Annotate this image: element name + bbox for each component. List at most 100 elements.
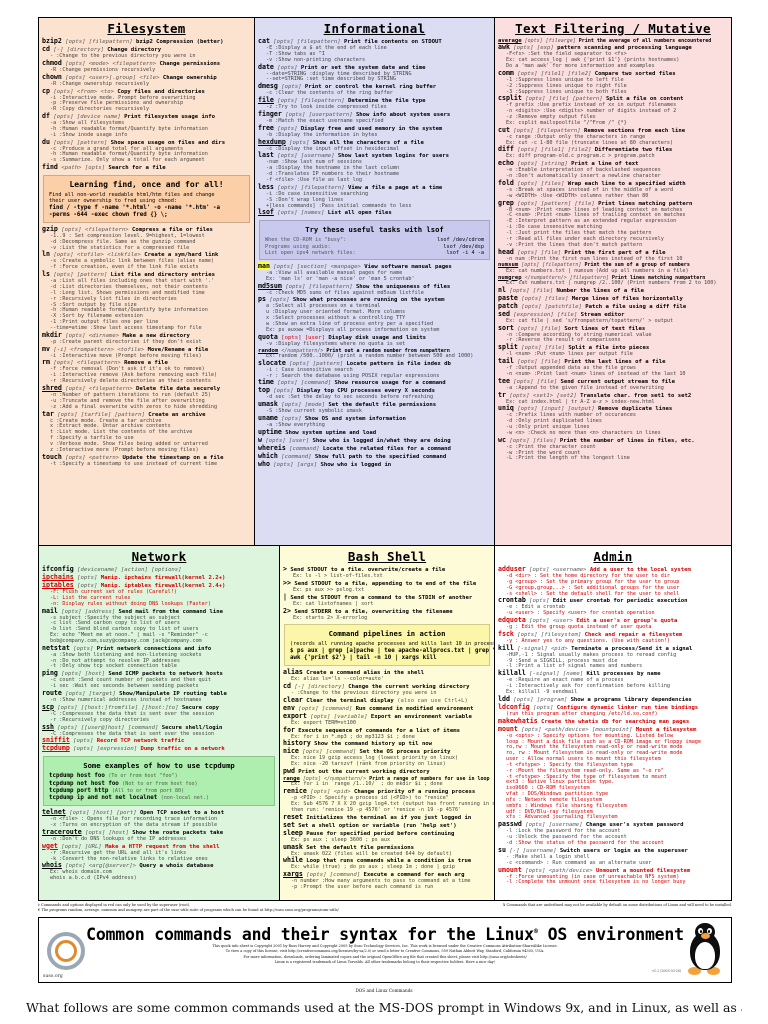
command-description: Print the average of all numbers encount…: [578, 38, 712, 44]
command-description: Send mail from the command line: [118, 608, 223, 615]
command-entry: nl [opts] [file] Number the lines of a f…: [498, 286, 728, 295]
command-description: Locate the related files for a command: [322, 445, 451, 452]
command-name: du: [42, 137, 50, 146]
command-entry: which [command] Show full path to the sp…: [258, 451, 491, 461]
command-name: rm: [42, 358, 50, 367]
command-entry: whereis [command] Locate the related fil…: [258, 443, 491, 453]
command-args: [opts] [file]: [513, 378, 558, 385]
redirection-description: Send STDOUT to a file, appending to te e…: [294, 580, 477, 587]
command-name: echo: [498, 159, 514, 168]
command-name: umask: [283, 842, 303, 851]
column-title-text-filtering: Text Filtering / Mutative: [515, 21, 711, 36]
command-description: Check and repair a filesystem: [584, 631, 683, 638]
redirection-operator: |: [283, 592, 287, 601]
command-args: [opts] [names]: [277, 210, 325, 217]
command-name: ps: [258, 295, 266, 304]
banner-legal-text: This quick info sheet is Copyright 2001 …: [39, 944, 731, 966]
lsof-box-rows: When the CD-ROM is "busy": lsof /dev/cdro…: [265, 237, 484, 256]
command-name: shred: [42, 383, 62, 392]
command-args: [opts] [filesystem]: [517, 631, 582, 638]
command-name: wget: [42, 841, 58, 850]
command-description: Sort lines of text files: [564, 325, 646, 332]
column-title-filesystem: Filesystem: [107, 21, 186, 36]
command-name: tail: [498, 357, 514, 366]
command-name: which: [258, 451, 278, 460]
command-args: [opts] [filepattern]: [513, 127, 581, 134]
command-name: touch: [42, 452, 62, 461]
command-name: ping: [42, 669, 58, 678]
command-description: Initializes the terminal as if you just …: [306, 814, 472, 821]
command-entry: ifconfig [devicename] [action] [options]: [42, 566, 276, 574]
command-name: cut: [498, 125, 510, 134]
find-box-commands: find / -type f -name '*.html' -o -name '…: [49, 205, 244, 219]
tcpdump-row-note: (All to or from port 80): [111, 787, 185, 794]
command-name: whois: [42, 861, 62, 870]
command-name: sort: [498, 323, 514, 332]
footnote-numutils: € The programs random, average, numsum a…: [38, 908, 339, 913]
command-name: history: [283, 739, 311, 748]
tcpdump-row-note: (non-local net.): [160, 794, 209, 801]
command-description: Secure copy: [181, 704, 219, 711]
command-name: alias: [283, 667, 303, 676]
command-args: [opts] <path/device>: [525, 867, 593, 874]
command-name: fsck: [498, 629, 514, 638]
command-description: Print network connections and info: [96, 645, 212, 652]
command-description: Show the uniqueness of files: [355, 283, 451, 290]
command-description: Show the command history up til now: [314, 741, 433, 748]
command-description: Configure dynamic linker run time bindin…: [556, 704, 699, 711]
command-args: [opts] <pattern>: [65, 454, 120, 461]
command-description: Create an archive: [148, 411, 206, 418]
command-name: mail: [42, 606, 58, 615]
command-name: clear: [283, 695, 303, 704]
command-name: split: [498, 343, 518, 352]
command-args: [opts] [pattern] [file]: [517, 200, 595, 207]
command-args: [opts] <dirname>: [65, 332, 120, 339]
command-description: Dump traffic on a network: [140, 746, 225, 753]
command-args: [opts] [[host:]fromfile] [[host:]to]: [57, 704, 179, 711]
command-name: ssh: [42, 722, 54, 731]
tcpdump-row-note: (Not to or from host foo): [122, 780, 198, 787]
command-name: free: [258, 123, 274, 132]
redirection-description: Send the STDOUT from a command to the ST…: [290, 594, 473, 601]
command-args: [expression] [file]: [513, 311, 578, 318]
command-name: slocate: [258, 358, 286, 367]
command-description: Print filesystem usage info: [124, 114, 215, 121]
command-name: tee: [498, 376, 510, 385]
command-args: [opts]: [277, 125, 298, 132]
command-args: [opts]: [73, 738, 94, 745]
command-description: Terminate a process/Send it a signal: [571, 645, 693, 652]
command-description: Search for a file: [108, 165, 166, 172]
command-args: [opts] [user]: [281, 334, 326, 341]
command-option: then run: 'renice 19 -p 4576' or 'renice…: [291, 806, 462, 813]
command-description: Set the default file permissions: [306, 844, 415, 851]
command-name: whereis: [258, 443, 286, 452]
command-name: grep: [498, 198, 514, 207]
command-args: [opts]: [533, 704, 554, 711]
command-description: Secure shell/login: [161, 724, 223, 731]
command-description: Merge lines of files horizontally: [571, 295, 683, 302]
command-name: chmod: [42, 58, 62, 67]
command-args: [opts] [file1] [file2]: [517, 70, 592, 77]
bash-redirections: > Send STDOUT to a file. overwrite/creat…: [280, 566, 494, 621]
command-description: List all open files: [327, 210, 392, 217]
command-description: View a file a page at a time: [348, 184, 443, 191]
command-name: ldconfig: [498, 702, 530, 711]
pipeline-box-sub: (records all running apache processes an…: [290, 641, 494, 648]
command-args: [-] [username]: [509, 847, 557, 854]
command-option: whois a.b.c.d (IPv4 address): [50, 875, 137, 882]
command-args: [opts] [patchfile]: [521, 303, 582, 310]
logo-ring-inner: [55, 940, 77, 962]
command-description: Print out the current working directory: [298, 769, 430, 776]
command-name: tr: [498, 390, 506, 399]
command-name: paste: [498, 293, 518, 302]
command-name: gzip: [42, 224, 58, 233]
command-args: [command]: [289, 445, 320, 452]
command-name: reset: [283, 812, 303, 821]
command-entry: lsof [opts] [names] List all open files: [258, 209, 491, 217]
document-body-text: What follows are some common commands us…: [26, 1000, 742, 1015]
command-args: [opts] [filepattern]: [65, 39, 133, 45]
command-args: [opts] <user>[.group] <file>: [65, 74, 160, 81]
redirection-description: Send STDERR to a file, overwriting the f…: [294, 608, 453, 615]
redirection-example: Ex: starts 2> X-errorlog: [293, 614, 368, 621]
command-name: tar: [42, 409, 54, 418]
